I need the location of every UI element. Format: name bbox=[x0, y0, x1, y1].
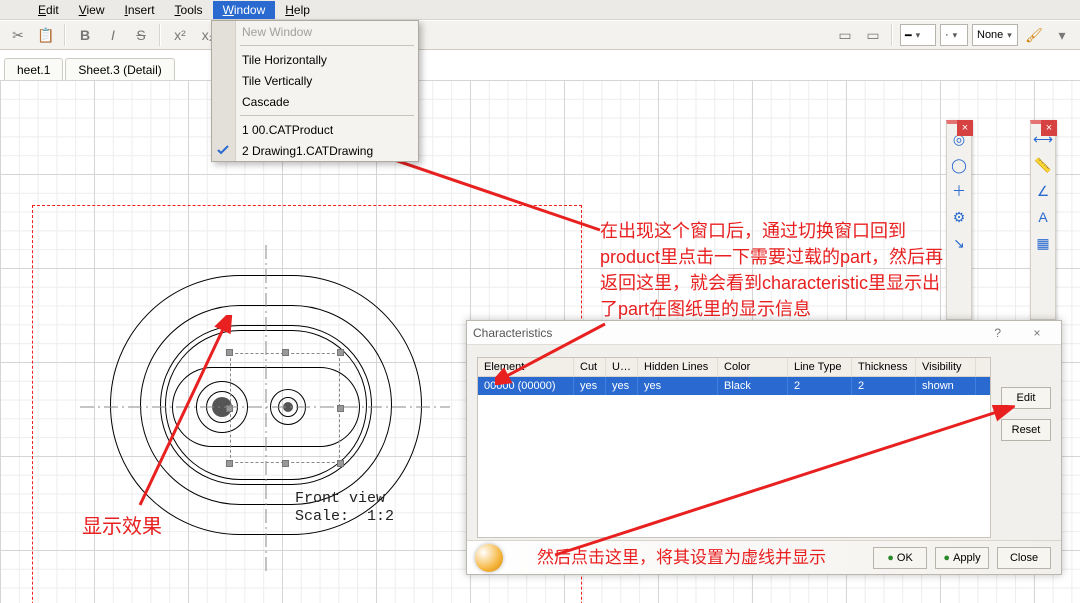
menu-tools[interactable]: Tools bbox=[165, 1, 213, 19]
apply-button[interactable]: ● Apply bbox=[935, 547, 989, 569]
col-linetype[interactable]: Line Type bbox=[788, 358, 852, 376]
view-name-label: Front view bbox=[295, 490, 385, 507]
toolbar-cut-icon[interactable]: ✂ bbox=[6, 24, 30, 46]
edit-button[interactable]: Edit bbox=[1001, 387, 1051, 409]
col-thickness[interactable]: Thickness bbox=[852, 358, 916, 376]
italic-button[interactable]: I bbox=[101, 24, 125, 46]
cell-thickness: 2 bbox=[852, 377, 916, 395]
menuitem-new-window: New Window bbox=[212, 21, 418, 42]
close-button[interactable]: Close bbox=[997, 547, 1051, 569]
close-icon[interactable]: × bbox=[957, 120, 973, 136]
toolbtn-a[interactable]: ▭ bbox=[833, 24, 857, 46]
dialog-title-text: Characteristics bbox=[473, 326, 552, 340]
menu-window[interactable]: Window bbox=[213, 1, 276, 19]
col-cut[interactable]: Cut bbox=[574, 358, 606, 376]
dialog-close-button[interactable]: × bbox=[1019, 324, 1055, 342]
plus-icon[interactable]: ＋ bbox=[948, 180, 970, 202]
grid-icon[interactable]: ▦ bbox=[1032, 232, 1054, 254]
style-drop-arrow[interactable]: ▾ bbox=[1050, 24, 1074, 46]
window-dropdown: New Window Tile Horizontally Tile Vertic… bbox=[211, 20, 419, 162]
tile-h-label: Tile Horizontally bbox=[242, 53, 327, 67]
menuitem-doc-catproduct[interactable]: 1 00.CATProduct bbox=[212, 119, 418, 140]
menu-insert[interactable]: Insert bbox=[115, 1, 165, 19]
bold-button[interactable]: B bbox=[73, 24, 97, 46]
menu-bar: Edit View Insert Tools Window Help bbox=[0, 0, 1080, 20]
menuitem-tile-horizontally[interactable]: Tile Horizontally bbox=[212, 49, 418, 70]
table-header: Element Cut Use Hidden Lines Color Line … bbox=[478, 358, 990, 377]
anno-line-2: product里点击一下需要过载的part，然后再 bbox=[600, 247, 943, 267]
anno-line-3: 返回这里，就会看到characteristic里显示出 bbox=[600, 273, 940, 293]
view-scale-label: Scale: 1:2 bbox=[295, 508, 394, 525]
col-use[interactable]: Use bbox=[606, 358, 638, 376]
floating-toolbar-2[interactable]: × ⟷ 📏 ∠ A ▦ bbox=[1030, 120, 1056, 320]
ok-button[interactable]: ● OK bbox=[873, 547, 927, 569]
ok-label: OK bbox=[897, 552, 913, 564]
menuitem-doc-catdrawing[interactable]: 2 Drawing1.CATDrawing bbox=[212, 140, 418, 161]
cell-hidden: yes bbox=[638, 377, 718, 395]
close-icon[interactable]: × bbox=[1041, 120, 1057, 136]
col-hidden[interactable]: Hidden Lines bbox=[638, 358, 718, 376]
label-icon[interactable]: A bbox=[1032, 206, 1054, 228]
tab-sheet3-detail[interactable]: Sheet.3 (Detail) bbox=[65, 58, 174, 80]
annotation-result-label: 显示效果 bbox=[82, 510, 162, 539]
doc1-label: 1 00.CATProduct bbox=[242, 123, 333, 137]
strike-button[interactable]: S bbox=[129, 24, 153, 46]
col-color[interactable]: Color bbox=[718, 358, 788, 376]
menu-help[interactable]: Help bbox=[275, 1, 320, 19]
menuitem-cascade[interactable]: Cascade bbox=[212, 91, 418, 112]
tile-v-label: Tile Vertically bbox=[242, 74, 312, 88]
ruler-icon[interactable]: 📏 bbox=[1032, 154, 1054, 176]
toolbtn-b[interactable]: ▭ bbox=[861, 24, 885, 46]
menuitem-tile-vertically[interactable]: Tile Vertically bbox=[212, 70, 418, 91]
annotation-bottom-text: 然后点击这里，将其设置为虚线并显示 bbox=[467, 545, 826, 571]
table-row[interactable]: 00000 (00000) yes yes yes Black 2 2 show… bbox=[478, 377, 990, 395]
main-toolbar: ✂ 📋 B I S x² x₂ ▭ ▭ ━▾ ·▾ None▾ 🖌 ▾ bbox=[0, 20, 1080, 50]
tab-sheet1[interactable]: heet.1 bbox=[4, 58, 63, 80]
sheet-tabs: heet.1 Sheet.3 (Detail) bbox=[0, 54, 177, 80]
apply-label: Apply bbox=[953, 552, 981, 564]
characteristics-dialog: Characteristics ? × Element Cut Use Hidd… bbox=[466, 320, 1062, 575]
characteristics-table: Element Cut Use Hidden Lines Color Line … bbox=[477, 357, 991, 538]
cell-element: 00000 (00000) bbox=[478, 377, 574, 395]
style-dropdown-3[interactable]: None▾ bbox=[972, 24, 1018, 46]
dialog-footer: 然后点击这里，将其设置为虚线并显示 ● OK ● Apply Close bbox=[467, 540, 1061, 574]
style-none-label: None bbox=[977, 29, 1003, 41]
circle-icon[interactable]: ◯ bbox=[948, 154, 970, 176]
annotation-right-text: 在出现这个窗口后，通过切换窗口回到 product里点击一下需要过载的part，… bbox=[600, 218, 1030, 322]
reset-button[interactable]: Reset bbox=[1001, 419, 1051, 441]
superscript-button[interactable]: x² bbox=[168, 24, 192, 46]
anno-line-4: 了part在图纸里的显示信息 bbox=[600, 299, 811, 319]
toolbar-paste-icon[interactable]: 📋 bbox=[34, 24, 58, 46]
style-dropdown-1[interactable]: ━▾ bbox=[900, 24, 936, 46]
style-brush-icon[interactable]: 🖌 bbox=[1022, 24, 1046, 46]
angle-icon[interactable]: ∠ bbox=[1032, 180, 1054, 202]
check-icon bbox=[217, 144, 229, 156]
dialog-titlebar[interactable]: Characteristics ? × bbox=[467, 321, 1061, 345]
doc2-label: 2 Drawing1.CATDrawing bbox=[242, 144, 373, 158]
cell-linetype: 2 bbox=[788, 377, 852, 395]
cell-use: yes bbox=[606, 377, 638, 395]
menu-view[interactable]: View bbox=[69, 1, 115, 19]
cascade-label: Cascade bbox=[242, 95, 289, 109]
anno-line-1: 在出现这个窗口后，通过切换窗口回到 bbox=[600, 221, 906, 241]
cell-cut: yes bbox=[574, 377, 606, 395]
menu-edit[interactable]: Edit bbox=[28, 1, 69, 19]
col-element[interactable]: Element bbox=[478, 358, 574, 376]
col-visibility[interactable]: Visibility bbox=[916, 358, 976, 376]
cell-color: Black bbox=[718, 377, 788, 395]
style-dropdown-2[interactable]: ·▾ bbox=[940, 24, 968, 46]
cell-visibility: shown bbox=[916, 377, 976, 395]
dialog-help-button[interactable]: ? bbox=[980, 324, 1016, 342]
